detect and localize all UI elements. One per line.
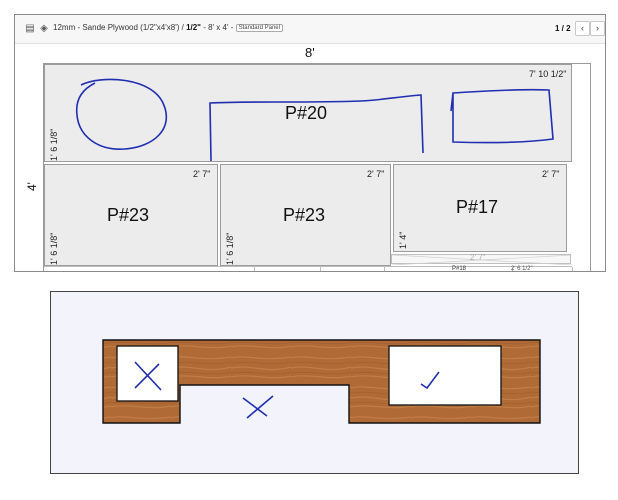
chevron-right-icon: › [596, 23, 599, 33]
panel-size-label: - 8' x 4' - [200, 23, 236, 32]
strip-part-label: P#18 [452, 266, 467, 272]
thickness-label: 1/2" [186, 23, 201, 32]
cutlist-window: ▤ ◈ 12mm - Sande Plywood (1/2"x4'x8') / … [14, 14, 606, 272]
part-p17[interactable]: P#17 2' 7" 1' 4" [393, 164, 567, 252]
part-height: 1' 6 1/8" [49, 232, 59, 265]
sheet-width-dimension: 8' [305, 45, 315, 60]
part-height: 1' 6 1/8" [225, 232, 235, 265]
sheet-title: 12mm - Sande Plywood (1/2"x4'x8') / 1/2"… [53, 23, 283, 32]
material-label: 12mm - Sande Plywood (1/2"x4'x8') / [53, 23, 187, 32]
toolbar: ▤ ◈ 12mm - Sande Plywood (1/2"x4'x8') / … [15, 15, 605, 44]
part-name: P#23 [283, 205, 326, 225]
strip-cut [254, 267, 255, 271]
strip-cut [320, 267, 321, 271]
shape-preview [50, 291, 579, 474]
chevron-left-icon: ‹ [581, 23, 584, 33]
strip-part-width: 2' 6 1/2" [511, 266, 533, 272]
x-mark-notch [242, 395, 274, 419]
strip-cut [384, 267, 385, 271]
left-cutout [116, 345, 179, 402]
strip-cut [572, 267, 573, 271]
layers-icon: ◈ [40, 23, 48, 34]
right-cutout [388, 345, 502, 406]
part-height: 1' 6 1/8" [49, 128, 59, 161]
part-width: 7' 10 1/2" [529, 69, 567, 79]
page-indicator: 1 / 2 [555, 24, 571, 33]
offcut: 2' 7" [391, 253, 572, 265]
part-name: P#23 [107, 205, 150, 225]
part-height: 1' 4" [398, 231, 408, 249]
part-p23-b[interactable]: P#23 2' 7" 1' 6 1/8" [220, 164, 391, 266]
panel-shape-drawing [102, 339, 541, 424]
offcut-width: 2' 7" [470, 253, 486, 262]
part-width: 2' 7" [542, 169, 560, 179]
part-width: 2' 7" [367, 169, 385, 179]
panel-type-badge: Standard Panel [235, 24, 283, 32]
prev-page-button[interactable]: ‹ [575, 21, 590, 36]
part-p20[interactable]: P#20 7' 10 1/2" 1' 6 1/8" [44, 64, 572, 162]
part-width: 2' 7" [193, 169, 211, 179]
sheet-icon[interactable]: ▤ [23, 22, 37, 36]
part-p23-a[interactable]: P#23 2' 7" 1' 6 1/8" [44, 164, 218, 266]
part-name: P#20 [285, 103, 328, 123]
next-page-button[interactable]: › [590, 21, 605, 36]
strip-divider [44, 266, 572, 267]
sheet-height-dimension: 4' [25, 182, 39, 191]
sheet-layout: P#20 7' 10 1/2" 1' 6 1/8" P#23 2' 7" 1' … [43, 63, 591, 272]
part-name: P#17 [456, 197, 499, 217]
